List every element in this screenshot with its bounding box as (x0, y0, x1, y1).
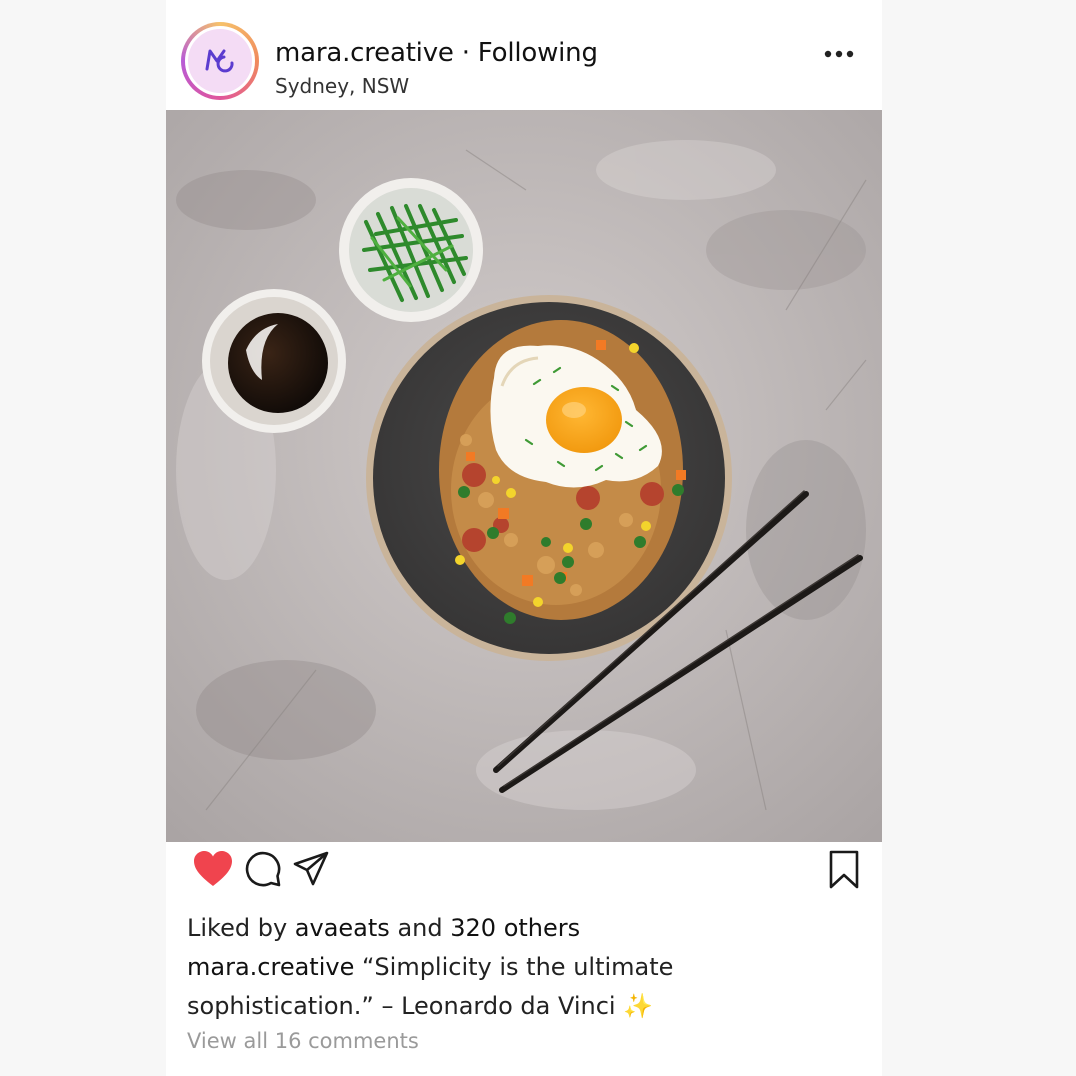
post-photo[interactable] (166, 110, 882, 842)
liked-by-prefix: Liked by (187, 914, 288, 942)
separator-dot: · (461, 38, 470, 68)
fried-rice-photo (166, 110, 882, 842)
mc-monogram-icon (205, 49, 234, 73)
caption-username-link[interactable]: mara.creative (187, 953, 354, 981)
likes-summary: Liked by avaeats and 320 others (187, 914, 580, 942)
liked-by-user-link[interactable]: avaeats (295, 914, 390, 942)
username-row: mara.creative · Following (275, 38, 598, 68)
action-bar (166, 842, 882, 900)
location-link[interactable]: Sydney, NSW (275, 74, 409, 98)
comment-bubble-icon[interactable] (244, 850, 282, 888)
liked-by-and: and (397, 914, 443, 942)
follow-status-button[interactable]: Following (478, 38, 598, 68)
bookmark-icon[interactable] (828, 850, 860, 890)
view-comments-link[interactable]: View all 16 comments (187, 1029, 419, 1053)
sparkles-icon: ✨ (623, 992, 654, 1020)
avatar-story-ring[interactable] (181, 22, 259, 100)
heart-filled-icon[interactable] (192, 850, 234, 888)
likes-count-link[interactable]: 320 others (450, 914, 580, 942)
post-header: mara.creative · Following Sydney, NSW (166, 0, 882, 110)
paper-plane-icon[interactable] (292, 850, 330, 888)
post-card: mara.creative · Following Sydney, NSW Li… (166, 0, 882, 1076)
avatar[interactable] (185, 26, 255, 96)
more-options-icon[interactable] (822, 44, 856, 64)
post-caption: mara.creative “Simplicity is the ultimat… (187, 948, 747, 1026)
username-link[interactable]: mara.creative (275, 38, 454, 68)
